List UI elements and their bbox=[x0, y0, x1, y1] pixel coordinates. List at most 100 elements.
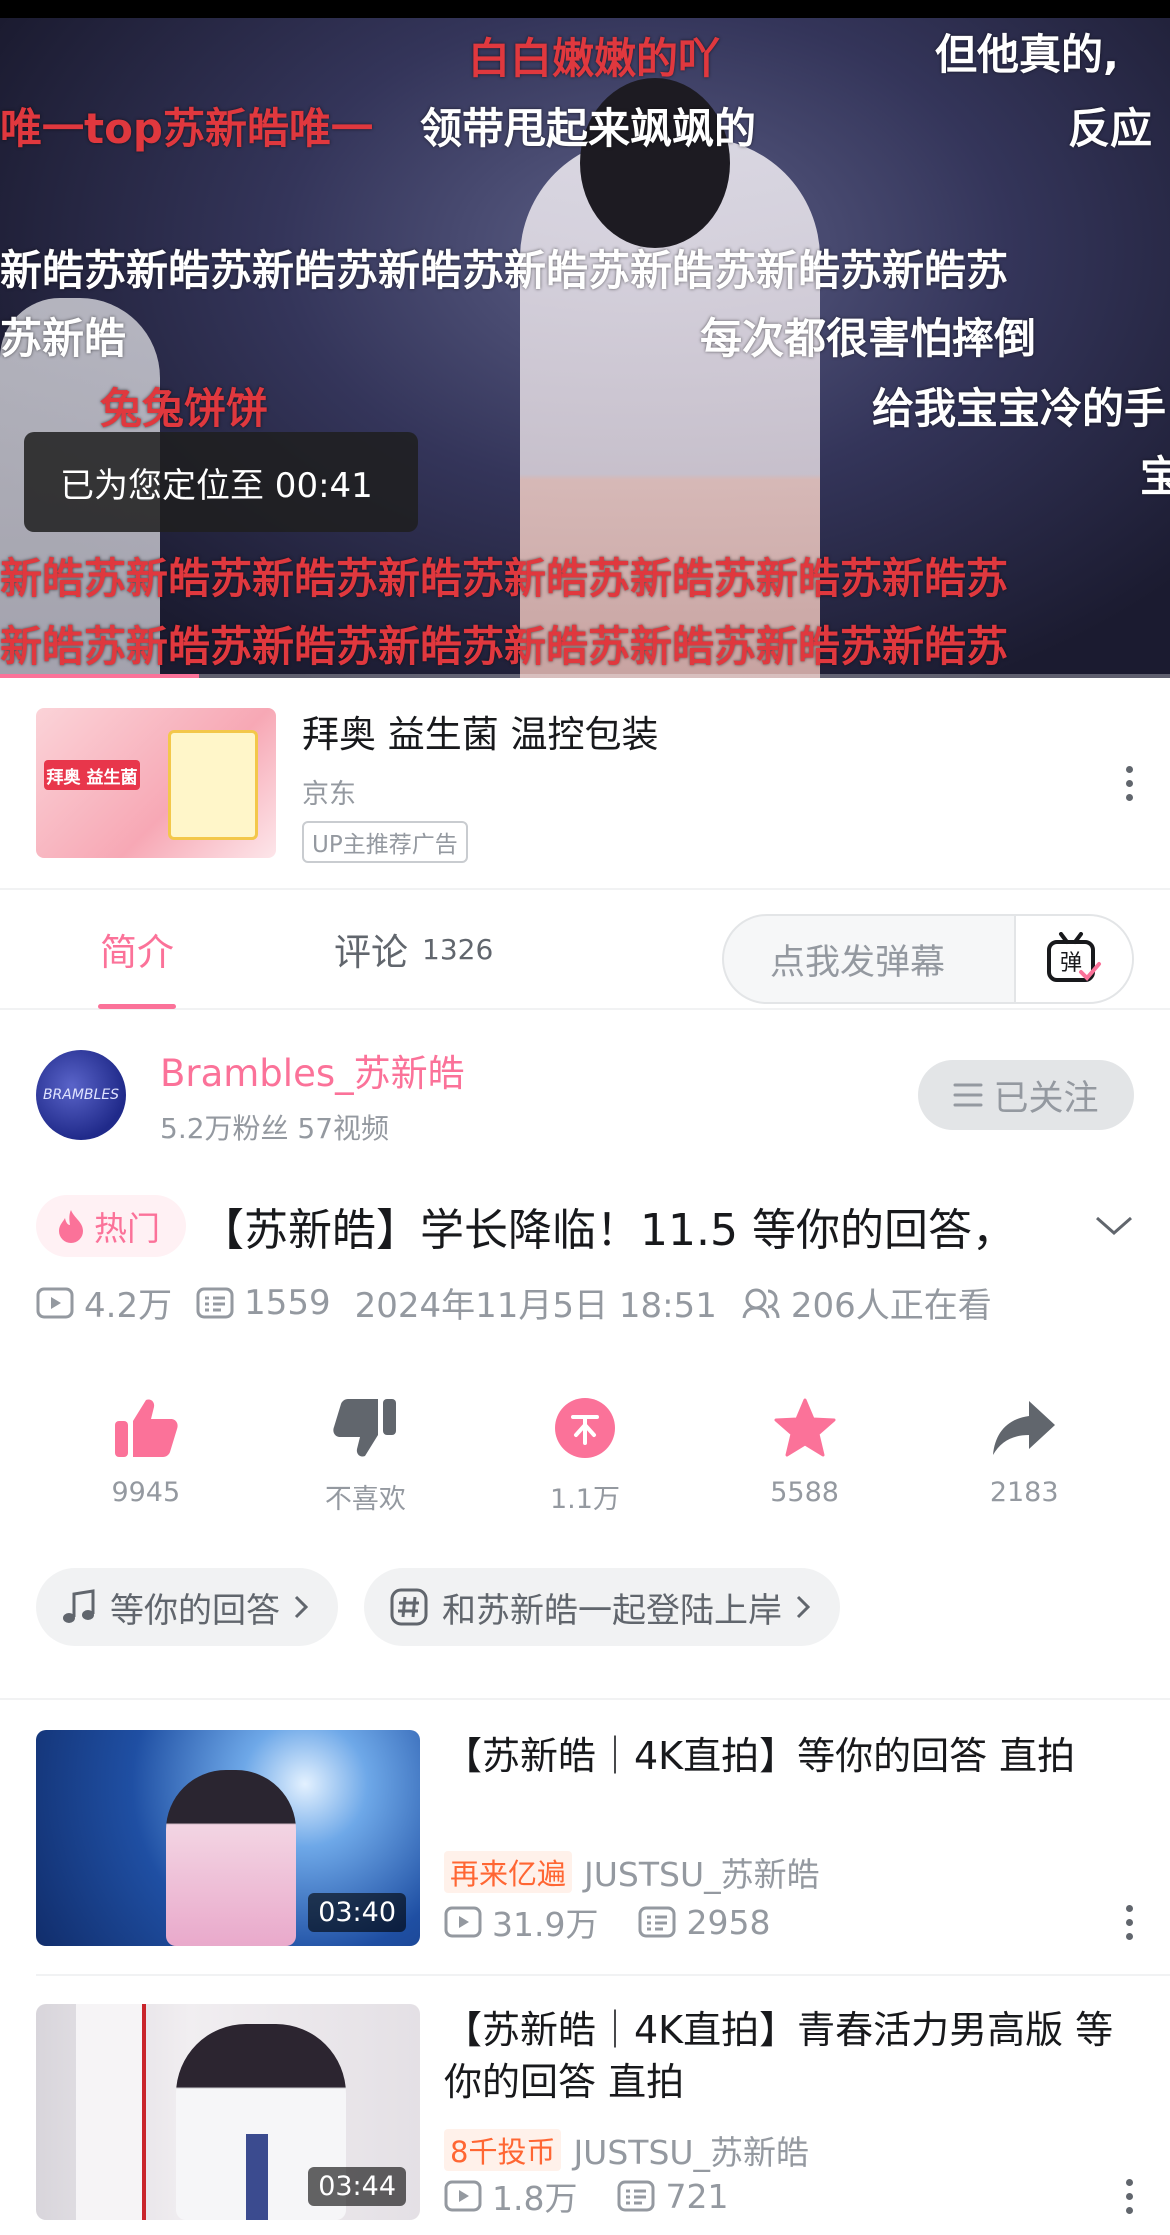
dislike-button[interactable]: 不喜欢 bbox=[256, 1397, 476, 1516]
danmaku-count-icon bbox=[196, 1287, 234, 1318]
video-title: 【苏新皓｜4K直拍】等你的回答 直拍 bbox=[444, 1734, 1076, 1778]
video-views: 1.8万 bbox=[492, 2179, 578, 2218]
tag-topic[interactable]: 和苏新皓一起登陆上岸 bbox=[364, 1568, 840, 1646]
dislike-label: 不喜欢 bbox=[324, 1484, 406, 1515]
tab-comments-label: 评论 bbox=[334, 931, 408, 974]
video-duration: 03:44 bbox=[308, 2167, 406, 2206]
video-player[interactable]: 白白嫩嫩的吖 但他真的, 唯一top苏新皓唯一 领带甩起来飒飒的 反应 新皓苏新… bbox=[0, 0, 1170, 678]
danmaku-item: 给我宝宝冷的手 bbox=[872, 384, 1167, 433]
danmaku-item: 白白嫩嫩的吖 bbox=[468, 34, 721, 83]
tag-music-label: 等你的回答 bbox=[110, 1590, 280, 1631]
danmaku-count-icon bbox=[617, 2180, 655, 2212]
video-tag-badge: 8千投币 bbox=[444, 2129, 562, 2171]
video-thumbnail[interactable]: 03:40 bbox=[36, 1730, 420, 1946]
video-author-row: 8千投币 JUSTSU_苏新皓 bbox=[444, 2126, 809, 2174]
status-bar bbox=[0, 0, 1170, 18]
list-item[interactable]: 03:40 【苏新皓｜4K直拍】等你的回答 直拍 再来亿遍 JUSTSU_苏新皓… bbox=[0, 1730, 1170, 1946]
tab-bar: 简介 评论 1326 点我发弹幕 弹 bbox=[0, 890, 1170, 1010]
play-count-icon bbox=[36, 1287, 74, 1318]
chevron-right-icon bbox=[796, 1595, 810, 1619]
video-stats: 1.8万 721 bbox=[444, 2172, 728, 2220]
comments-count: 1326 bbox=[422, 932, 494, 966]
uploader-stats: 5.2万粉丝 57视频 bbox=[160, 1112, 390, 1145]
watching-people-icon bbox=[742, 1288, 780, 1318]
list-item[interactable]: 03:44 【苏新皓｜4K直拍】青春活力男高版 等你的回答 直拍 8千投币 JU… bbox=[0, 2004, 1170, 2220]
video-thumbnail[interactable]: 03:44 bbox=[36, 2004, 420, 2220]
video-danmaku: 721 bbox=[665, 2176, 729, 2216]
avatar[interactable]: BRAMBLES bbox=[36, 1050, 126, 1140]
danmaku-item: 唯一top苏新皓唯一 bbox=[0, 104, 373, 153]
video-author-row: 再来亿遍 JUSTSU_苏新皓 bbox=[444, 1848, 820, 1896]
like-count: 9945 bbox=[111, 1477, 181, 1508]
tag-topic-label: 和苏新皓一起登陆上岸 bbox=[442, 1590, 782, 1631]
danmaku-input[interactable]: 点我发弹幕 bbox=[724, 934, 1014, 985]
danmaku-count: 1559 bbox=[244, 1282, 331, 1323]
video-title-row[interactable]: 热门 【苏新皓】学长降临！11.5 等你的回答， bbox=[0, 1186, 1170, 1266]
ad-title[interactable]: 拜奥 益生菌 温控包装 bbox=[302, 704, 1134, 758]
danmaku-item: 但他真的, bbox=[935, 30, 1119, 79]
danmaku-item: 苏新皓 bbox=[0, 314, 127, 363]
danmaku-item: 新皓苏新皓苏新皓苏新皓苏新皓苏新皓苏新皓苏新皓苏 bbox=[0, 246, 1009, 295]
ad-card[interactable]: 拜奥 益生菌 拜奥 益生菌 温控包装 京东 UP主推荐广告 bbox=[0, 678, 1170, 890]
ad-source: 京东 bbox=[302, 778, 356, 810]
follow-label: 已关注 bbox=[993, 1078, 1099, 1119]
danmaku-item: 兔兔饼饼 bbox=[100, 384, 269, 433]
danmaku-item: 宝 bbox=[1140, 452, 1170, 501]
music-note-icon bbox=[63, 1589, 95, 1623]
list-divider bbox=[36, 1974, 1170, 1976]
svg-text:弹: 弹 bbox=[1060, 951, 1082, 976]
ad-thumb-badge: 拜奥 益生菌 bbox=[44, 760, 140, 790]
danmaku-item: 每次都很害怕摔倒 bbox=[700, 314, 1037, 363]
publish-date: 2024年11月5日 18:51 bbox=[354, 1286, 717, 1326]
product-box-image bbox=[168, 730, 258, 840]
video-danmaku: 2958 bbox=[686, 1902, 771, 1942]
view-count: 4.2万 bbox=[84, 1286, 173, 1326]
thumbs-up-icon bbox=[114, 1399, 178, 1457]
danmaku-send[interactable]: 点我发弹幕 弹 bbox=[722, 914, 1134, 1004]
coin-button[interactable]: 1.1万 bbox=[475, 1397, 695, 1516]
video-stats-row: 4.2万 1559 2024年11月5日 18:51 206人正在看 bbox=[0, 1278, 1170, 1327]
share-arrow-icon bbox=[993, 1401, 1056, 1455]
chevron-down-icon[interactable] bbox=[1094, 1214, 1134, 1238]
danmaku-count-icon bbox=[638, 1906, 676, 1938]
more-options-icon[interactable] bbox=[1124, 2179, 1134, 2214]
share-button[interactable]: 2183 bbox=[914, 1397, 1134, 1516]
hot-label: 热门 bbox=[94, 1209, 160, 1248]
video-title: 【苏新皓】学长降临！11.5 等你的回答， bbox=[200, 1205, 1016, 1256]
coin-icon bbox=[554, 1398, 615, 1458]
favorite-button[interactable]: 5588 bbox=[695, 1397, 915, 1516]
video-duration: 03:40 bbox=[308, 1893, 406, 1932]
tab-intro[interactable]: 简介 bbox=[98, 889, 176, 1009]
play-count-icon bbox=[444, 2180, 482, 2212]
seek-toast: 已为您定位至 00:41 bbox=[24, 432, 418, 532]
flame-icon bbox=[59, 1210, 83, 1243]
video-author: JUSTSU_苏新皓 bbox=[573, 2133, 810, 2172]
ad-thumbnail[interactable]: 拜奥 益生菌 bbox=[36, 708, 276, 858]
danmaku-item: 新皓苏新皓苏新皓苏新皓苏新皓苏新皓苏新皓苏新皓苏 bbox=[0, 622, 1009, 671]
play-count-icon bbox=[444, 1906, 482, 1938]
thumbs-down-icon bbox=[333, 1399, 397, 1457]
like-button[interactable]: 9945 bbox=[36, 1397, 256, 1516]
chevron-right-icon bbox=[294, 1595, 308, 1619]
tag-music[interactable]: 等你的回答 bbox=[36, 1568, 338, 1646]
danmaku-item: 反应 bbox=[1068, 104, 1153, 153]
danmaku-item: 领带甩起来飒飒的 bbox=[420, 104, 757, 153]
star-icon bbox=[774, 1398, 836, 1457]
danmaku-toggle-icon[interactable]: 弹 bbox=[1014, 916, 1132, 1002]
tab-comments[interactable]: 评论 1326 bbox=[334, 889, 493, 1009]
uploader-row[interactable]: BRAMBLES Brambles_苏新皓 5.2万粉丝 57视频 已关注 bbox=[0, 1010, 1170, 1180]
video-tag-badge: 再来亿遍 bbox=[444, 1851, 573, 1893]
follow-button[interactable]: 已关注 bbox=[918, 1060, 1134, 1130]
tag-row: 等你的回答 和苏新皓一起登陆上岸 bbox=[0, 1568, 1170, 1646]
more-options-icon[interactable] bbox=[1124, 765, 1134, 801]
hot-badge[interactable]: 热门 bbox=[36, 1195, 186, 1257]
favorite-count: 5588 bbox=[770, 1477, 839, 1508]
hashtag-icon bbox=[390, 1588, 428, 1626]
video-views: 31.9万 bbox=[492, 1905, 599, 1944]
uploader-name[interactable]: Brambles_苏新皓 bbox=[160, 1043, 465, 1097]
share-count: 2183 bbox=[989, 1477, 1059, 1508]
ad-tag: UP主推荐广告 bbox=[302, 820, 468, 863]
recommended-list: 03:40 【苏新皓｜4K直拍】等你的回答 直拍 再来亿遍 JUSTSU_苏新皓… bbox=[0, 1730, 1170, 2220]
more-options-icon[interactable] bbox=[1124, 1905, 1134, 1940]
coin-count: 1.1万 bbox=[550, 1484, 620, 1515]
